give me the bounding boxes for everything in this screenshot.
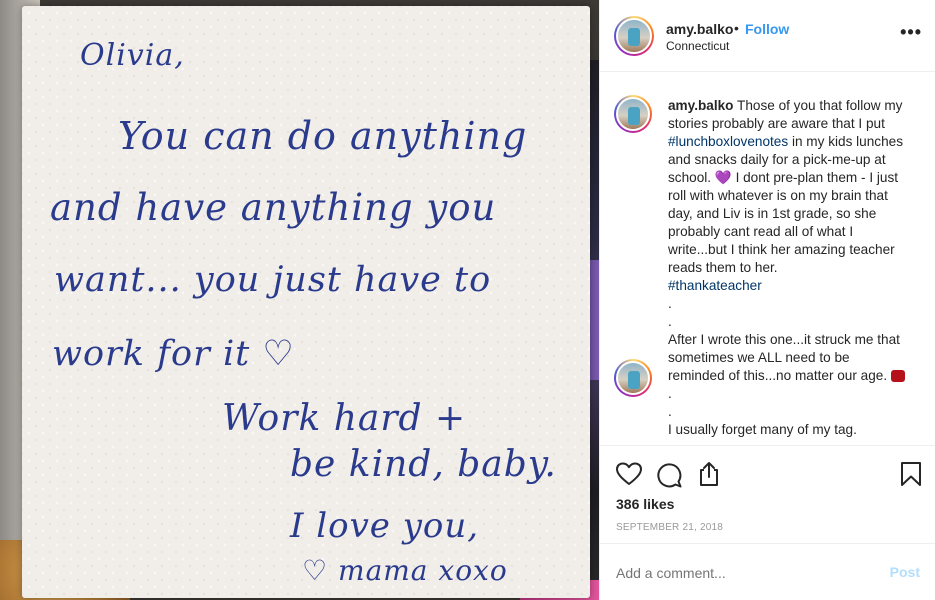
note-line: be kind, baby.: [290, 444, 557, 485]
caption-continued: After I wrote this one...it struck me th…: [668, 331, 908, 439]
more-options-icon[interactable]: •••: [900, 22, 922, 43]
share-icon[interactable]: [696, 461, 722, 492]
post-comment-button[interactable]: Post: [890, 564, 920, 580]
follow-button[interactable]: Follow: [745, 21, 789, 37]
caption-continued-avatar[interactable]: [614, 359, 652, 397]
header-username-link[interactable]: amy.balko: [666, 21, 733, 37]
note-line-text: mama xoxo: [338, 554, 508, 587]
location-link[interactable]: Connecticut: [666, 39, 729, 53]
likes-count[interactable]: 386 likes: [616, 496, 674, 512]
add-comment-bar: Post: [600, 543, 935, 600]
bookmark-icon[interactable]: [900, 461, 922, 492]
caption-dot: .: [668, 404, 672, 419]
caption-text: I usually forget many of my tag.: [668, 422, 857, 437]
note-line: Work hard +: [222, 398, 467, 439]
comment-icon[interactable]: [656, 462, 682, 493]
note-line: want... you just have to: [54, 260, 492, 300]
comments-list[interactable]: amy.balko Those of you that follow my st…: [600, 73, 935, 445]
note-line-text: work for it: [52, 334, 251, 374]
caption-text: After I wrote this one...it struck me th…: [668, 332, 900, 383]
caption-text: I dont pre-plan them - I just roll with …: [668, 170, 899, 275]
heart-doodle-icon: ♡: [302, 554, 329, 587]
post-photo[interactable]: Olivia, You can do anything and have any…: [0, 0, 599, 600]
napkin-note: Olivia, You can do anything and have any…: [22, 6, 590, 598]
separator-dot: •: [734, 20, 739, 36]
caption-username-link[interactable]: amy.balko: [668, 98, 733, 113]
post-date[interactable]: SEPTEMBER 21, 2018: [616, 522, 723, 533]
heart-doodle-icon: ♡: [262, 334, 295, 374]
caption-dot: .: [668, 386, 672, 401]
post-side-panel: amy.balko • Follow Connecticut ••• amy.b…: [599, 0, 935, 600]
heart-outline-icon[interactable]: [616, 462, 642, 491]
purple-heart-icon: 💜: [714, 170, 732, 185]
note-line-greeting: Olivia,: [80, 38, 185, 73]
post-header: amy.balko • Follow Connecticut •••: [600, 0, 935, 72]
emoji-icon: [890, 370, 905, 383]
note-line: ♡ mama xoxo: [302, 554, 508, 587]
caption-dot: .: [668, 314, 672, 329]
hashtag-link[interactable]: #thankateacher: [668, 278, 762, 293]
comment-input[interactable]: [616, 564, 866, 582]
caption: amy.balko Those of you that follow my st…: [668, 97, 908, 331]
avatar[interactable]: [614, 16, 654, 56]
note-line: work for it ♡: [52, 334, 295, 374]
note-line: and have anything you: [50, 186, 497, 229]
caption-dot: .: [668, 296, 672, 311]
note-line: You can do anything: [118, 114, 528, 158]
hashtag-link[interactable]: #lunchboxlovenotes: [668, 134, 788, 149]
note-line: I love you,: [290, 506, 480, 546]
action-bar: 386 likes SEPTEMBER 21, 2018: [600, 445, 935, 543]
caption-avatar[interactable]: [614, 95, 652, 133]
